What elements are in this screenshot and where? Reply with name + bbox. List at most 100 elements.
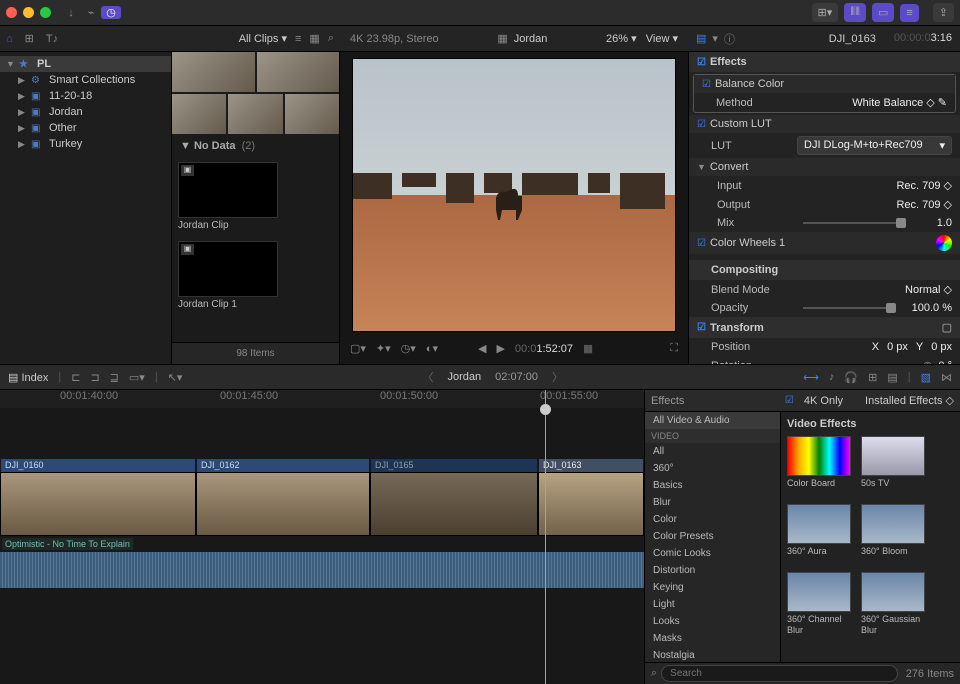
effects-category[interactable]: All <box>645 443 780 460</box>
effects-tool-icon[interactable]: ✦▾ <box>376 342 391 355</box>
timeline-clip[interactable]: DJI_0162 <box>196 472 370 536</box>
mix-slider[interactable] <box>803 222 906 224</box>
filmstrip-thumb[interactable] <box>257 52 340 92</box>
effects-search-input[interactable] <box>661 665 898 682</box>
browser-toggle-button[interactable]: ⦀⦀ <box>844 3 866 22</box>
browser-clip[interactable]: ▣ <box>178 241 278 297</box>
method-value[interactable]: White Balance <box>852 97 923 109</box>
effect-tile[interactable]: 360° Bloom <box>861 504 925 568</box>
playhead-handle[interactable] <box>540 404 551 415</box>
blend-mode-value[interactable]: Normal <box>905 284 940 296</box>
all-clips-dropdown[interactable]: All Clips ▾ <box>239 32 287 45</box>
effect-tile[interactable]: 360° Channel Blur <box>787 572 851 636</box>
timeline-history-fwd[interactable]: 〉 <box>552 369 563 385</box>
info-inspector-tab-icon[interactable]: ⓘ <box>724 31 735 47</box>
effects-category[interactable]: Color <box>645 511 780 528</box>
effects-category-all-va[interactable]: All Video & Audio <box>645 412 780 429</box>
transform-tool-icon[interactable]: ▢▾ <box>350 342 366 355</box>
effects-category[interactable]: Basics <box>645 477 780 494</box>
clip-view-icon[interactable]: ▦ <box>309 32 319 45</box>
photos-tab-icon[interactable]: ⊞ <box>25 32 34 45</box>
effects-category[interactable]: Distortion <box>645 562 780 579</box>
transitions-browser-icon[interactable]: ⋈ <box>941 371 952 384</box>
timeline-tracks[interactable]: 00:01:40:00 00:01:45:00 00:01:50:00 00:0… <box>0 390 644 684</box>
effect-tile[interactable]: Color Board <box>787 436 851 500</box>
video-inspector-tab-icon[interactable]: ▤ <box>696 32 706 45</box>
timeline-index-button[interactable]: ▤ Index <box>8 371 48 384</box>
convert-header[interactable]: Convert <box>710 161 749 173</box>
effects-category[interactable]: Looks <box>645 613 780 630</box>
effect-tile[interactable]: 50s TV <box>861 436 925 500</box>
snapping-icon[interactable]: ⊞ <box>868 371 877 384</box>
opacity-slider[interactable] <box>803 307 896 309</box>
filmstrip-thumb[interactable] <box>285 94 339 134</box>
play-button[interactable]: ▶ <box>496 342 504 355</box>
library-header[interactable]: ▼★PL <box>0 56 171 72</box>
transform-header[interactable]: Transform <box>710 322 764 334</box>
window-layout-button[interactable]: ⊞▾ <box>812 3 839 22</box>
solo-icon[interactable]: 🎧 <box>844 371 858 384</box>
sidebar-item-date[interactable]: ▶▣11-20-18 <box>0 88 171 104</box>
viewer-image[interactable] <box>352 58 676 332</box>
overwrite-edit-icon[interactable]: ▭▾ <box>129 371 145 384</box>
share-button[interactable]: ⇪ <box>933 3 954 22</box>
effects-category[interactable]: Comic Looks <box>645 545 780 562</box>
lane-icon[interactable]: ▤ <box>887 371 897 384</box>
zoom-window-button[interactable] <box>40 7 51 18</box>
timeline-clip[interactable]: DJI_0160 <box>0 472 196 536</box>
filmstrip-thumb[interactable] <box>172 52 255 92</box>
insert-edit-icon[interactable]: ⊐ <box>90 371 99 384</box>
effects-browser-icon[interactable]: ▧ <box>921 371 931 384</box>
opacity-value[interactable]: 100.0 % <box>902 302 952 314</box>
timeline-audio-clip[interactable] <box>0 552 644 588</box>
minimize-window-button[interactable] <box>23 7 34 18</box>
4k-only-checkbox[interactable]: ☑ <box>785 395 794 406</box>
append-edit-icon[interactable]: ⊒ <box>110 371 119 384</box>
playhead[interactable] <box>545 390 546 684</box>
custom-lut-effect[interactable]: Custom LUT <box>710 118 772 130</box>
browser-clip[interactable]: ▣ <box>178 162 278 218</box>
sidebar-item-smart[interactable]: ▶⚙Smart Collections <box>0 72 171 88</box>
effect-tile[interactable]: 360° Gaussian Blur <box>861 572 925 636</box>
import-icon[interactable]: ↓ <box>61 7 81 19</box>
prev-edit-button[interactable]: ◀ <box>478 342 486 355</box>
skimming-icon[interactable]: ⟷ <box>803 371 819 384</box>
effects-category[interactable]: Masks <box>645 630 780 647</box>
timeline-toggle-button[interactable]: ▭ <box>872 3 894 22</box>
close-window-button[interactable] <box>6 7 17 18</box>
effects-category[interactable]: Blur <box>645 494 780 511</box>
color-tool-icon[interactable]: ◐▾ <box>426 342 438 355</box>
next-edit-button[interactable]: ▮▮ <box>583 342 591 355</box>
filmstrip-thumb[interactable] <box>172 94 226 134</box>
effects-section-header[interactable]: Effects <box>710 56 747 68</box>
retime-tool-icon[interactable]: ◷▾ <box>401 342 416 355</box>
sidebar-item-turkey[interactable]: ▶▣Turkey <box>0 136 171 152</box>
effects-category[interactable]: Light <box>645 596 780 613</box>
compositing-header[interactable]: Compositing <box>697 264 778 276</box>
output-value[interactable]: Rec. 709 <box>896 199 940 211</box>
balance-color-effect[interactable]: Balance Color <box>715 78 784 90</box>
angle-icon[interactable]: ▦ <box>497 32 507 45</box>
clip-appearance-icon[interactable]: ≡ <box>295 33 301 45</box>
rotation-value[interactable]: 0 ° <box>938 360 952 364</box>
titles-tab-icon[interactable]: T♪ <box>46 33 58 45</box>
mix-value[interactable]: 1.0 <box>912 217 952 229</box>
colorwheel-icon[interactable] <box>936 235 952 251</box>
lut-select[interactable]: DJI DLog-M+to+Rec709▾ <box>797 136 952 155</box>
effects-category[interactable]: 360° <box>645 460 780 477</box>
library-tab-icon[interactable]: ⌂ <box>6 33 13 45</box>
effects-category[interactable]: Color Presets <box>645 528 780 545</box>
view-dropdown[interactable]: View ▾ <box>646 33 678 45</box>
transform-view-icon[interactable]: ▢ <box>942 321 952 334</box>
sidebar-item-jordan[interactable]: ▶▣Jordan <box>0 104 171 120</box>
fullscreen-icon[interactable]: ⛶ <box>670 342 678 355</box>
pos-x-value[interactable]: 0 px <box>887 341 908 353</box>
timeline-clip[interactable]: DJI_0165 <box>370 472 538 536</box>
search-icon[interactable]: ⌕ <box>328 32 334 45</box>
effect-tile[interactable]: 360° Aura <box>787 504 851 568</box>
effects-category[interactable]: Keying <box>645 579 780 596</box>
pos-y-value[interactable]: 0 px <box>931 341 952 353</box>
audio-skimming-icon[interactable]: ♪ <box>829 371 835 383</box>
filmstrip-thumb[interactable] <box>228 94 282 134</box>
input-value[interactable]: Rec. 709 <box>896 180 940 192</box>
